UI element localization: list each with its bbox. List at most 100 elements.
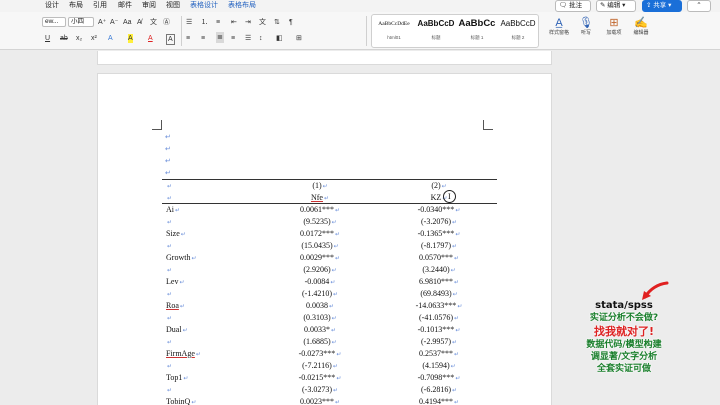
tab-references[interactable]: 引用 — [93, 1, 107, 10]
phonetic-guide-icon[interactable]: 文 — [150, 18, 157, 27]
table-row: Ai↵ 0.0061***↵ -0.0340***↵ — [162, 204, 497, 215]
clear-format-icon[interactable]: A̸ — [137, 18, 142, 27]
ibeam-cursor-icon: I — [448, 192, 451, 201]
dictate-button[interactable]: 🎙 听写 — [575, 16, 597, 36]
distributed-icon[interactable]: ☰ — [245, 34, 251, 43]
table-cell: (15.0435)↵ — [301, 241, 339, 250]
table-cell: 0.0061***↵ — [299, 205, 341, 214]
table-cell: (-8.1797)↵ — [420, 241, 458, 250]
table-cell: ↵ — [167, 340, 173, 346]
table-row: FirmAge↵ -0.0273***↵ 0.2537***↵ — [162, 348, 497, 359]
numbering-icon[interactable]: ⒈ — [201, 18, 208, 27]
table-row: Top1↵ -0.0215***↵ -0.7098***↵ — [162, 372, 497, 383]
styles-pane-button[interactable]: A̲ 样式窗格 — [548, 16, 570, 36]
table-row: ↵ (15.0435)↵ (-8.1797)↵ — [162, 240, 497, 251]
subscript-button[interactable]: x₂ — [76, 34, 82, 43]
show-marks-icon[interactable]: ¶ — [289, 18, 293, 27]
tab-table-design[interactable]: 表格设计 — [190, 1, 218, 10]
edit-mode-button[interactable]: ✎ 编辑 ▾ — [596, 0, 636, 12]
table-row: Lev↵ -0.0084↵ 6.9810***↵ — [162, 276, 497, 287]
align-justify-icon[interactable]: ≣ — [216, 32, 224, 43]
promo-title: stata/spss — [595, 300, 653, 311]
table-cell: ↵ — [167, 268, 173, 274]
font-name-select[interactable]: ew... — [42, 17, 66, 27]
superscript-button[interactable]: x² — [91, 34, 97, 43]
font-size-select[interactable]: 小四 — [68, 17, 94, 27]
chinese-layout-icon[interactable]: 文 — [259, 18, 266, 27]
table-row: ↵ (2.9206)↵ (3.2440)↵ — [162, 264, 497, 275]
table-cell: 0.0570***↵ — [418, 253, 460, 262]
previous-page-bottom — [97, 51, 552, 65]
enclose-char-icon[interactable]: Ⓐ — [163, 18, 170, 27]
tab-view[interactable]: 视图 — [166, 1, 180, 10]
table-cell: (3.2440)↵ — [422, 265, 456, 274]
promo-overlay: stata/spss 实证分析不会做? 找我就对了! 数据代码/模型构建 调显著… — [579, 300, 669, 405]
table-cell: 6.9810***↵ — [418, 277, 460, 286]
table-cell: Top1↵ — [166, 373, 189, 382]
table-cell: (-2.9957)↵ — [420, 337, 458, 346]
table-cell: -0.0084↵ — [304, 277, 336, 286]
shrink-font-icon[interactable]: A⁻ — [110, 18, 118, 27]
underline-button[interactable]: U — [45, 34, 50, 43]
share-button[interactable]: ⇪ 共享 ▾ — [642, 0, 682, 12]
chevron-down-icon: ▾ — [668, 2, 672, 9]
multilevel-list-icon[interactable]: ≡ — [216, 18, 220, 27]
table-row: Growth↵ 0.0029***↵ 0.0570***↵ — [162, 252, 497, 263]
table-row: Roa↵ 0.0038↵ -14.0633***↵ — [162, 300, 497, 311]
align-center-icon[interactable]: ≡ — [201, 34, 205, 43]
bullets-icon[interactable]: ☰ — [186, 18, 192, 27]
table-cell: Size↵ — [166, 229, 186, 238]
style-title[interactable]: AaBbCcD 标题 — [416, 18, 456, 46]
decrease-indent-icon[interactable]: ⇤ — [231, 18, 237, 27]
style-html01[interactable]: AaBbCcDdEe html01 — [374, 18, 414, 46]
table-row: ↵ (9.5235)↵ (-3.2076)↵ — [162, 216, 497, 227]
align-left-icon[interactable]: ≡ — [186, 34, 190, 43]
grow-font-icon[interactable]: A⁺ — [98, 18, 106, 27]
tab-table-layout[interactable]: 表格布局 — [228, 1, 256, 10]
char-border-button[interactable]: A — [166, 34, 175, 45]
table-cell: 0.0038↵ — [305, 301, 335, 310]
more-button[interactable]: ⌃ — [687, 0, 711, 12]
table-cell: 0.0172***↵ — [299, 229, 341, 238]
table-cell: (-7.2116)↵ — [302, 361, 338, 370]
borders-icon[interactable]: ⊞ — [296, 34, 302, 43]
strikethrough-button[interactable]: ab — [60, 34, 68, 43]
highlight-button[interactable]: A — [128, 34, 133, 43]
table-cell: 0.4194***↵ — [418, 397, 460, 405]
shading-icon[interactable]: ◧ — [276, 34, 283, 43]
align-right-icon[interactable]: ≡ — [231, 34, 235, 43]
increase-indent-icon[interactable]: ⇥ — [245, 18, 251, 27]
table-cell: -0.0215***↵ — [298, 373, 342, 382]
table-cell: (1.6885)↵ — [303, 337, 337, 346]
table-cell: 0.2537***↵ — [418, 349, 460, 358]
font-color-button[interactable]: A — [148, 34, 153, 43]
table-cell: Lev↵ — [166, 277, 185, 286]
table-row: ↵ (0.3103)↵ (-41.0576)↵ — [162, 312, 497, 323]
table-cell: ↵ — [167, 244, 173, 250]
editor-button[interactable]: ✍ 编辑器 — [630, 16, 652, 36]
text-effects-button[interactable]: A — [108, 34, 113, 43]
addins-button[interactable]: ⊞ 加载项 — [603, 16, 625, 36]
comment-button[interactable]: 🗨 批注 — [555, 0, 591, 12]
line-spacing-icon[interactable]: ↕ — [259, 34, 263, 43]
style-heading-2[interactable]: AaBbCcD 标题 2 — [498, 18, 538, 46]
styles-gallery: AaBbCcDdEe html01 AaBbCcD 标题 AaBbCc 标题 1… — [371, 14, 539, 48]
table-cell: -0.0273***↵ — [298, 349, 342, 358]
table-row: ↵ (1.6885)↵ (-2.9957)↵ — [162, 336, 497, 347]
table-row: Dual↵ 0.0033*↵ -0.1013***↵ — [162, 324, 497, 335]
style-heading-1[interactable]: AaBbCc 标题 1 — [457, 18, 497, 46]
sort-icon[interactable]: ⇅ — [274, 18, 280, 27]
table-cell: (-6.2816)↵ — [420, 385, 458, 394]
tab-layout[interactable]: 布局 — [69, 1, 83, 10]
table-cell: Ai↵ — [166, 205, 181, 214]
tab-review[interactable]: 审阅 — [142, 1, 156, 10]
table-cell: -0.1013***↵ — [417, 325, 461, 334]
microphone-icon: 🎙 — [579, 17, 593, 29]
table-cell: -14.0633***↵ — [415, 301, 463, 310]
table-cell: -0.1365***↵ — [417, 229, 461, 238]
tab-mailings[interactable]: 邮件 — [118, 1, 132, 10]
tab-design[interactable]: 设计 — [45, 1, 59, 10]
change-case-icon[interactable]: Aa — [123, 18, 132, 27]
promo-line: 实证分析不会做? — [589, 313, 659, 323]
ribbon-tab-bar: 设计 布局 引用 邮件 审阅 视图 表格设计 表格布局 🗨 批注 ✎ 编辑 ▾ … — [0, 0, 720, 12]
